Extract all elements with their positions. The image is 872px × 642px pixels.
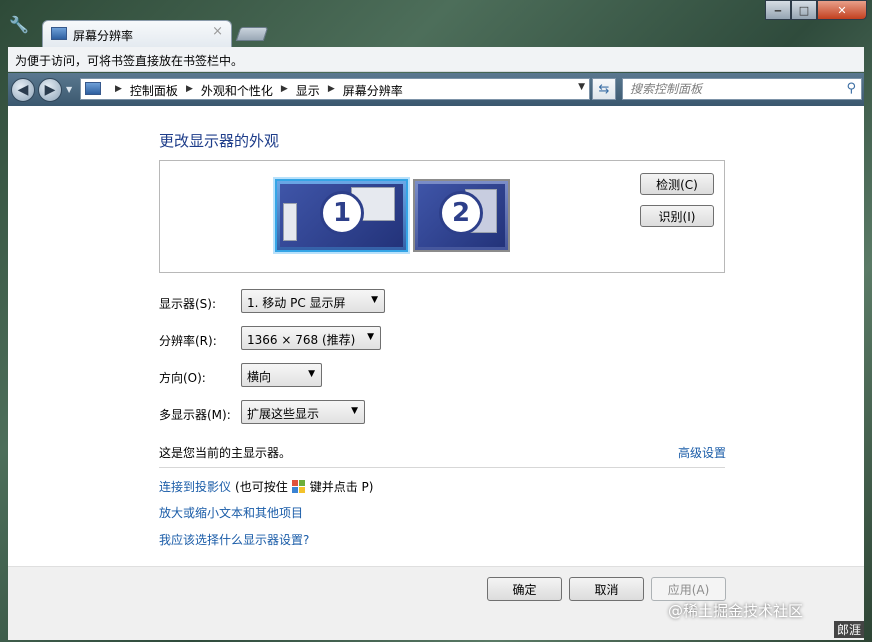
chevron-down-icon[interactable]: ▼ xyxy=(578,82,585,92)
divider xyxy=(159,467,725,468)
search-icon[interactable]: ⚲ xyxy=(846,81,856,96)
breadcrumb-display[interactable]: 显示 xyxy=(296,82,320,99)
connect-projector-link[interactable]: 连接到投影仪 xyxy=(159,478,231,495)
chevron-right-icon[interactable]: ▶ xyxy=(115,82,122,99)
main-content: 更改显示器的外观 1 2 检测(C) 识别(I) 显示器(S): 1. 移动 P… xyxy=(8,106,864,566)
monitor-2[interactable]: 2 xyxy=(413,179,510,252)
multi-display-label: 多显示器(M): xyxy=(159,408,231,422)
control-panel-icon xyxy=(51,27,67,40)
bookmark-message: 为便于访问，可将书签直接放在书签栏中。 xyxy=(15,54,244,68)
monitor-number: 1 xyxy=(320,191,364,235)
resolution-label: 分辨率(R): xyxy=(159,334,217,348)
bookmark-message-bar: 为便于访问，可将书签直接放在书签栏中。 xyxy=(8,47,864,72)
monitor-arrangement: 1 2 检测(C) 识别(I) xyxy=(159,160,725,273)
minimize-button[interactable]: ‒ xyxy=(765,0,791,20)
forward-button[interactable]: ▶ xyxy=(38,78,62,102)
display-select[interactable]: 1. 移动 PC 显示屏 ▼ xyxy=(241,289,385,313)
close-button[interactable]: ✕ xyxy=(817,0,867,20)
monitor-1[interactable]: 1 xyxy=(275,179,408,252)
windows-logo-icon xyxy=(291,479,306,494)
chevron-right-icon[interactable]: ▶ xyxy=(328,82,335,99)
detect-button[interactable]: 检测(C) xyxy=(640,173,714,195)
projector-row: 连接到投影仪 (也可按住 键并点击 P) xyxy=(159,478,373,495)
navigation-bar: ◀ ▶ ▼ ▶ 控制面板 ▶ 外观和个性化 ▶ 显示 ▶ 屏幕分辨率 ▼ ⇆ ⚲ xyxy=(8,73,864,106)
chevron-down-icon: ▼ xyxy=(308,369,315,379)
close-tab-icon[interactable]: × xyxy=(212,24,223,39)
watermark-corner: 郎涯 xyxy=(834,621,865,638)
orientation-label: 方向(O): xyxy=(159,371,206,385)
chevron-down-icon: ▼ xyxy=(367,332,374,342)
search-input[interactable] xyxy=(623,79,833,99)
text-size-link[interactable]: 放大或缩小文本和其他项目 xyxy=(159,504,303,521)
projector-hint-prefix: (也可按住 xyxy=(235,480,288,494)
search-box: ⚲ xyxy=(622,78,862,100)
display-select-value: 1. 移动 PC 显示屏 xyxy=(247,296,346,310)
wrench-icon[interactable]: 🔧 xyxy=(8,14,30,36)
maximize-button[interactable]: □ xyxy=(791,0,817,20)
multi-display-select-value: 扩展这些显示 xyxy=(247,407,320,421)
control-panel-icon xyxy=(85,82,101,95)
apply-button[interactable]: 应用(A) xyxy=(651,577,726,601)
refresh-icon: ⇆ xyxy=(598,81,610,97)
chevron-down-icon: ▼ xyxy=(351,406,358,416)
resolution-select[interactable]: 1366 × 768 (推荐) ▼ xyxy=(241,326,381,350)
new-tab-button[interactable] xyxy=(235,27,269,41)
chevron-down-icon: ▼ xyxy=(371,295,378,305)
display-label: 显示器(S): xyxy=(159,297,217,311)
page-title: 更改显示器的外观 xyxy=(159,132,280,150)
chevron-right-icon[interactable]: ▶ xyxy=(186,82,193,99)
watermark: @稀土掘金技术社区 xyxy=(668,602,804,620)
breadcrumb-appearance[interactable]: 外观和个性化 xyxy=(201,82,273,99)
arrow-right-icon: ▶ xyxy=(44,82,56,98)
advanced-settings-link[interactable]: 高级设置 xyxy=(678,444,726,461)
ok-button[interactable]: 确定 xyxy=(487,577,562,601)
orientation-select-value: 横向 xyxy=(247,370,272,384)
tab-title: 屏幕分辨率 xyxy=(73,29,134,43)
breadcrumb-control-panel[interactable]: 控制面板 xyxy=(130,82,178,99)
refresh-button[interactable]: ⇆ xyxy=(592,78,616,100)
orientation-select[interactable]: 横向 ▼ xyxy=(241,363,322,387)
cancel-button[interactable]: 取消 xyxy=(569,577,644,601)
recent-pages-dropdown-icon[interactable]: ▼ xyxy=(66,85,72,94)
arrow-left-icon: ◀ xyxy=(17,82,29,98)
breadcrumb: ▶ 控制面板 ▶ 外观和个性化 ▶ 显示 ▶ 屏幕分辨率 xyxy=(107,82,403,99)
which-settings-link[interactable]: 我应该选择什么显示器设置? xyxy=(159,531,309,548)
resolution-select-value: 1366 × 768 (推荐) xyxy=(247,333,356,347)
address-bar[interactable]: ▶ 控制面板 ▶ 外观和个性化 ▶ 显示 ▶ 屏幕分辨率 ▼ xyxy=(80,78,590,100)
projector-hint-suffix: 键并点击 P) xyxy=(309,480,374,494)
window-controls: ‒ □ ✕ xyxy=(765,0,869,20)
browser-tab[interactable]: 屏幕分辨率 × xyxy=(42,20,232,47)
breadcrumb-screen-resolution[interactable]: 屏幕分辨率 xyxy=(343,82,403,99)
identify-button[interactable]: 识别(I) xyxy=(640,205,714,227)
back-button[interactable]: ◀ xyxy=(11,78,35,102)
chevron-right-icon[interactable]: ▶ xyxy=(281,82,288,99)
primary-display-note: 这是您当前的主显示器。 xyxy=(159,446,292,460)
multi-display-select[interactable]: 扩展这些显示 ▼ xyxy=(241,400,365,424)
monitor-number: 2 xyxy=(439,191,483,235)
